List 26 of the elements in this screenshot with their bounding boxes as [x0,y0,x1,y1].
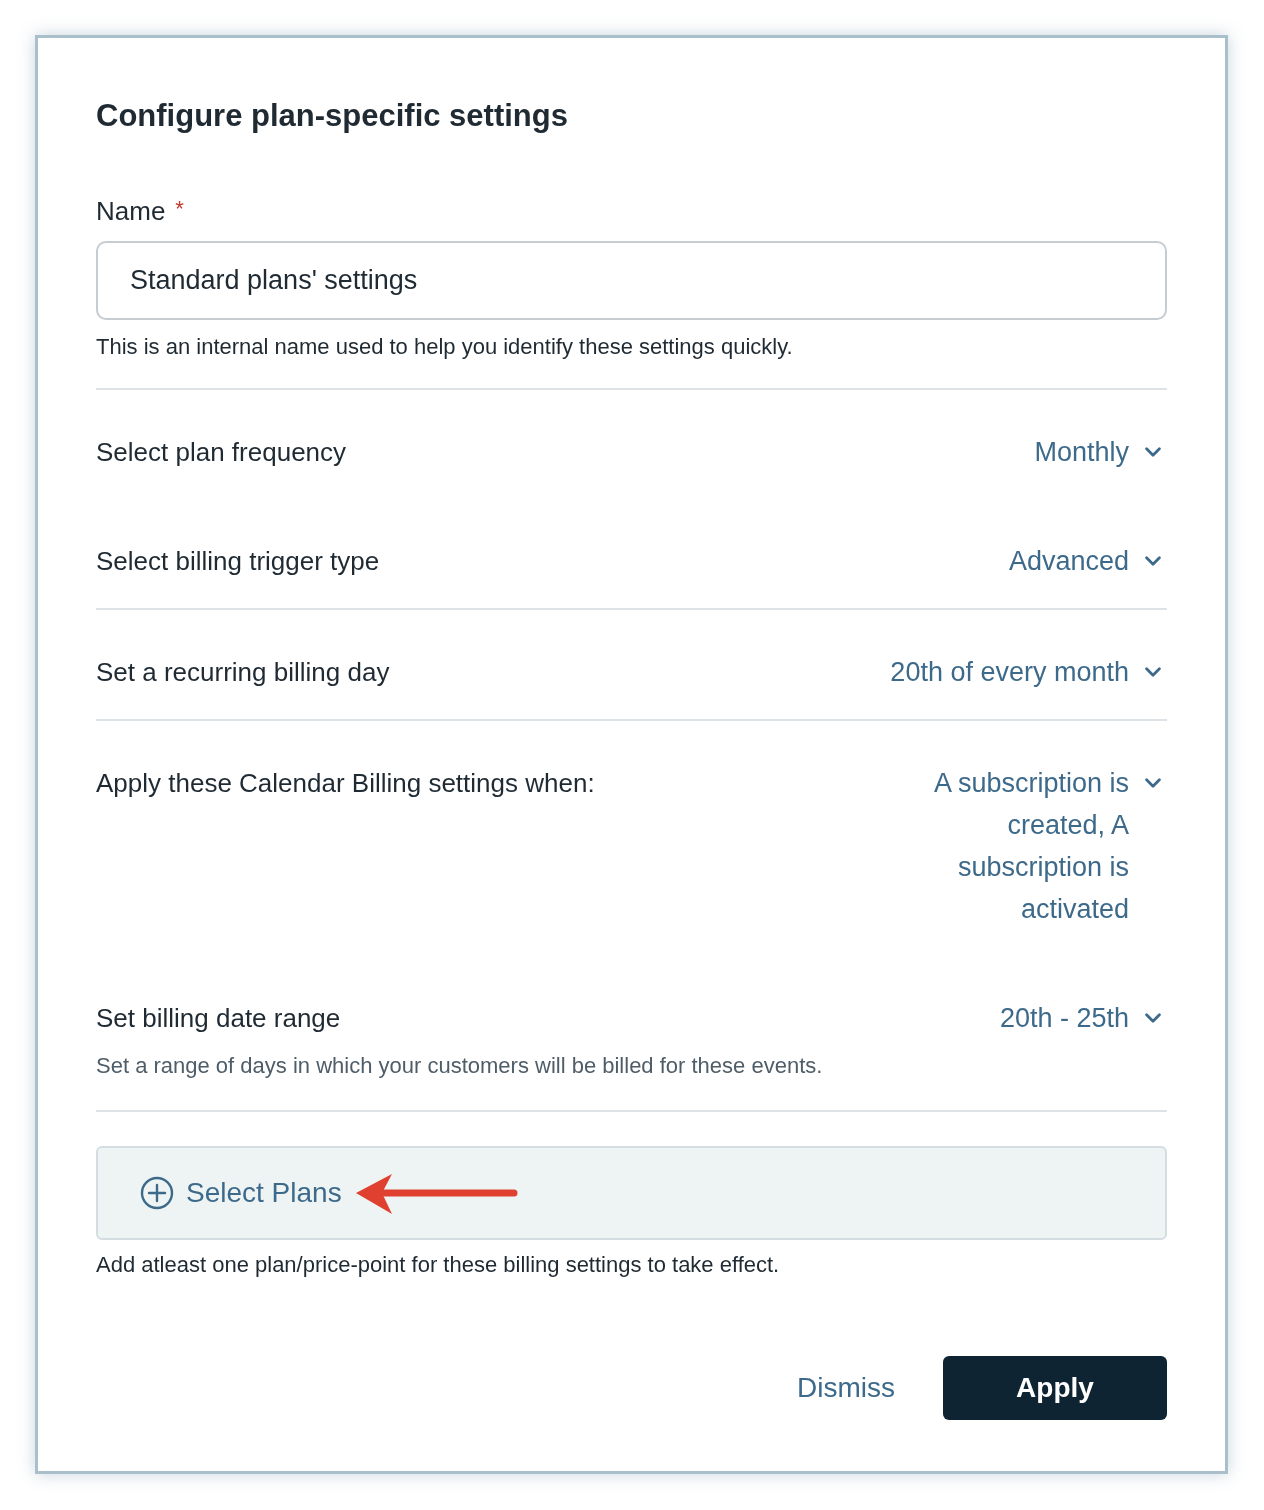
dropdown[interactable]: Advanced [1008,540,1167,582]
apply-button[interactable]: Apply [943,1356,1167,1420]
field-label: Name [96,196,166,227]
setting-label: Set a recurring billing day [96,656,390,689]
chevron-down-icon [1145,778,1161,788]
chevron-down-icon [1145,667,1161,677]
plus-circle-icon [140,1176,174,1210]
setting-description: Set a range of days in which your customers will be billed for these events. [96,1052,824,1080]
help-text: This is an internal name used to help you identify these settings quickly. [96,334,1167,390]
dismiss-button[interactable]: Dismiss [797,1372,895,1404]
dropdown[interactable]: 20th - 25th [999,997,1167,1039]
chevron-down-icon [1145,556,1161,566]
dropdown[interactable]: Monthly [1034,431,1167,473]
name-input-field[interactable]: Standard plans' settings [96,241,1167,320]
dropdown[interactable]: 20th of every month [890,651,1167,693]
help-text: Add atleast one plan/price-point for these billing settings to take effect. [96,1252,781,1279]
setting-label: Set billing date range [96,1002,342,1035]
select-plans-button[interactable]: Select Plans [140,1176,342,1210]
setting-label: Select billing trigger type [96,545,380,578]
chevron-down-icon [1145,447,1161,457]
dialog-title: Configure plan-specific settings [96,98,569,134]
chevron-down-icon [1145,1013,1161,1023]
dropdown[interactable]: A subscription is created, A subscription is activated [859,762,1167,930]
required-marker: * [175,196,184,223]
setting-label: Apply these Calendar Billing settings when: [96,767,595,800]
setting-label: Select plan frequency [96,436,347,469]
